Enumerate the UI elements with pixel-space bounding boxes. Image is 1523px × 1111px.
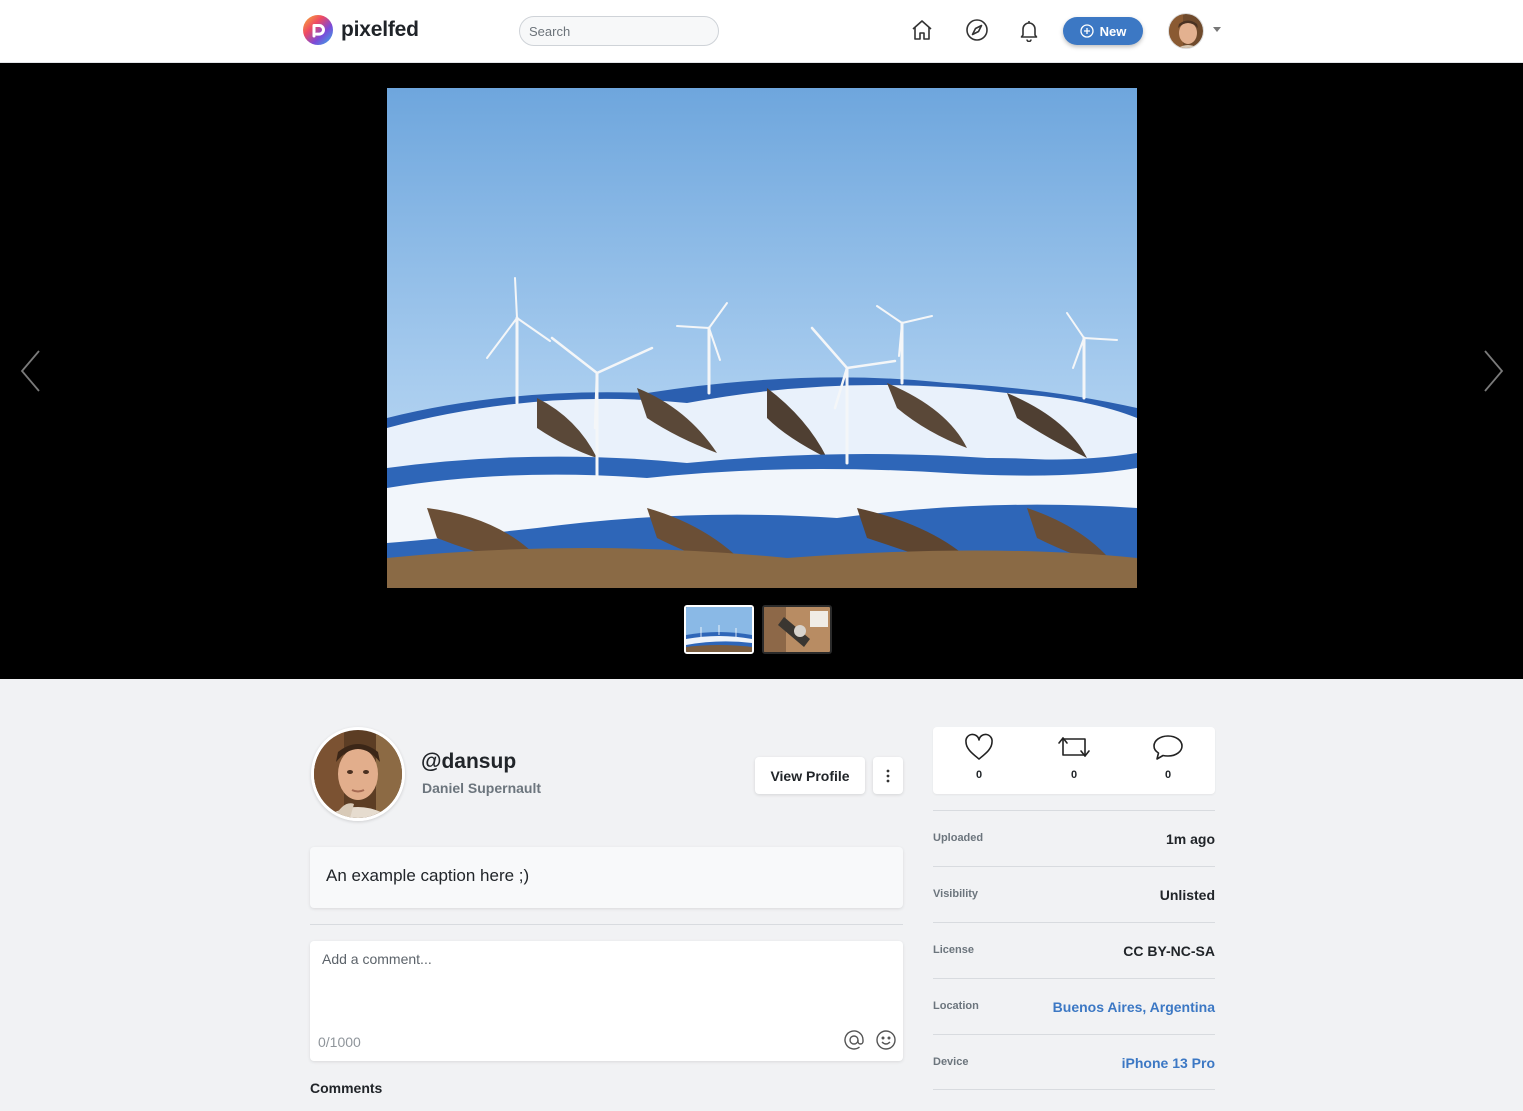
search-input[interactable] xyxy=(519,16,719,46)
comments-heading: Comments xyxy=(310,1080,383,1096)
meta-value: CC BY-NC-SA xyxy=(1123,943,1215,959)
meta-device: Device iPhone 13 Pro xyxy=(933,1034,1215,1090)
location-link[interactable]: Buenos Aires, Argentina xyxy=(1053,999,1215,1015)
comment-input[interactable] xyxy=(310,941,903,1021)
char-counter: 0/1000 xyxy=(318,1034,361,1050)
comment-icon xyxy=(1153,735,1183,760)
pixelfed-logo-icon xyxy=(303,15,333,45)
author-display-name: Daniel Supernault xyxy=(422,780,542,796)
meta-label: Visibility xyxy=(933,888,979,900)
more-vertical-icon xyxy=(886,769,890,782)
comment-button[interactable]: 0 xyxy=(1138,733,1198,781)
divider xyxy=(310,924,903,925)
user-avatar[interactable] xyxy=(1168,13,1204,49)
meta-visibility: Visibility Unlisted xyxy=(933,866,1215,922)
heart-icon xyxy=(965,733,993,760)
meta-license: License CC BY-NC-SA xyxy=(933,922,1215,978)
bell-icon[interactable] xyxy=(1016,17,1042,43)
share-count: 0 xyxy=(1070,769,1078,781)
meta-value: Unlisted xyxy=(1159,887,1215,903)
home-icon[interactable] xyxy=(909,17,935,43)
view-profile-button[interactable]: View Profile xyxy=(755,757,865,794)
author-username[interactable]: @dansup xyxy=(421,750,516,774)
new-button-label: New xyxy=(1099,23,1127,39)
chevron-right-icon[interactable] xyxy=(1481,348,1505,394)
share-button[interactable]: 0 xyxy=(1044,733,1104,781)
like-button[interactable]: 0 xyxy=(949,733,1009,781)
meta-value: 1m ago xyxy=(1165,831,1215,847)
comment-count: 0 xyxy=(1164,769,1172,781)
meta-label: Device xyxy=(933,1056,969,1068)
post-stats: 0 0 0 xyxy=(933,727,1215,794)
new-post-button[interactable]: New xyxy=(1063,17,1143,45)
meta-label: Uploaded xyxy=(933,832,984,844)
author-avatar[interactable] xyxy=(311,727,405,821)
post-photo[interactable] xyxy=(387,88,1137,588)
comment-composer: 0/1000 xyxy=(310,941,903,1061)
chevron-left-icon[interactable] xyxy=(19,348,43,394)
explore-icon[interactable] xyxy=(964,17,990,43)
meta-location: Location Buenos Aires, Argentina xyxy=(933,978,1215,1034)
top-navbar: pixelfed New xyxy=(0,0,1523,63)
repost-icon xyxy=(1058,737,1090,757)
media-thumbnail[interactable] xyxy=(684,605,754,654)
media-viewer xyxy=(0,63,1523,679)
brand-name: pixelfed xyxy=(341,18,419,41)
meta-label: License xyxy=(933,944,974,956)
more-options-button[interactable] xyxy=(873,757,903,794)
like-count: 0 xyxy=(975,769,983,781)
media-thumbnail[interactable] xyxy=(762,605,832,654)
meta-uploaded: Uploaded 1m ago xyxy=(933,810,1215,866)
emoji-icon[interactable] xyxy=(875,1029,897,1051)
chevron-down-icon[interactable] xyxy=(1213,27,1221,32)
post-caption: An example caption here ;) xyxy=(310,847,903,908)
mention-icon[interactable] xyxy=(843,1029,865,1051)
brand[interactable]: pixelfed xyxy=(303,15,419,45)
meta-label: Location xyxy=(933,1000,979,1012)
device-link[interactable]: iPhone 13 Pro xyxy=(1122,1055,1215,1071)
plus-circle-icon xyxy=(1079,24,1094,38)
